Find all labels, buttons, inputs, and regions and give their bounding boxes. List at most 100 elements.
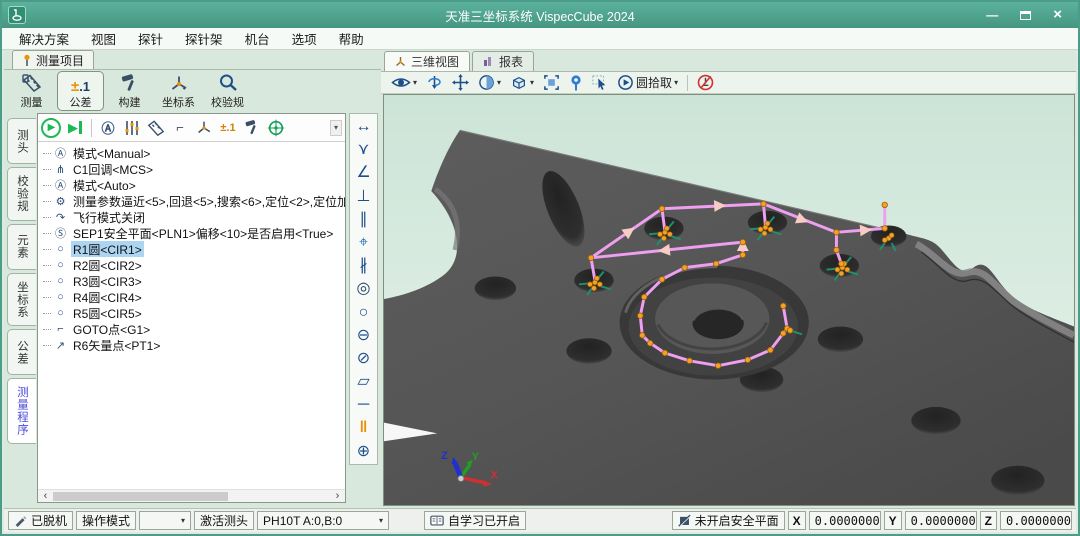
scroll-right-arrow[interactable]: ›: [330, 491, 345, 502]
tree-horizontal-scrollbar[interactable]: ‹ ›: [38, 489, 345, 502]
tree-item[interactable]: ↷ 飞行模式关闭: [38, 209, 345, 225]
close-button[interactable]: ×: [1053, 9, 1062, 21]
scrollbar-thumb[interactable]: [53, 492, 228, 501]
parameters-icon[interactable]: [122, 117, 142, 139]
tree-toolbar: ▶ ▶ Ⓐ ⌐ ±.1: [38, 114, 345, 142]
locate-pin-button[interactable]: [569, 74, 583, 91]
tree-item[interactable]: ○ R5圆<CIR5>: [38, 305, 345, 321]
measure-button[interactable]: 测量: [8, 71, 55, 111]
x-coord-label: X: [788, 511, 806, 530]
gdt-symbol-button[interactable]: ─: [358, 393, 369, 416]
tree-item[interactable]: ○ R1圆<CIR1>: [38, 241, 345, 257]
gdt-symbol-button[interactable]: ↔: [356, 115, 372, 138]
tolerance-button[interactable]: ±.1 公差: [57, 71, 104, 111]
menu-item[interactable]: 探针架: [174, 29, 234, 48]
side-tab[interactable]: 坐标系: [7, 273, 36, 327]
orbit-button[interactable]: [426, 74, 443, 91]
pan-button[interactable]: [452, 74, 469, 91]
side-tab[interactable]: 元素: [7, 224, 36, 270]
menu-item[interactable]: 视图: [80, 29, 127, 48]
gdt-symbol-button[interactable]: ⊘: [357, 347, 370, 370]
tab-measurement-project[interactable]: 测量项目: [12, 50, 94, 69]
gdt-symbol-button[interactable]: ‖: [360, 416, 368, 439]
tree-item[interactable]: ⚙ 测量参数逼近<5>,回退<5>,搜索<6>,定位<2>,定位加<2>,测量: [38, 193, 345, 209]
measure-icon[interactable]: [146, 117, 166, 139]
circle-pick-button[interactable]: 圆拾取 ▾: [617, 74, 678, 91]
self-learning-status[interactable]: 自学习已开启: [424, 511, 526, 530]
toolbar-more-button[interactable]: ▾: [330, 120, 342, 136]
gdt-symbol-button[interactable]: ∠: [356, 161, 370, 184]
tree-item-label: R1圆<CIR1>: [71, 241, 144, 257]
view-panel: 三维视图 报表 ▾: [381, 50, 1076, 508]
shading-button[interactable]: ▾: [478, 74, 501, 91]
gdt-symbol-button[interactable]: ⋎: [358, 138, 370, 161]
step-run-icon[interactable]: ▶: [65, 117, 85, 139]
tree-item[interactable]: Ⓐ 模式<Manual>: [38, 145, 345, 161]
axes-icon: [168, 73, 190, 93]
gdt-symbol-button[interactable]: ⊖: [357, 324, 370, 347]
tree-item[interactable]: Ⓐ 模式<Auto>: [38, 177, 345, 193]
orbit-icon: [426, 74, 443, 91]
gdt-symbol-button[interactable]: ○: [359, 301, 369, 324]
gauge-button[interactable]: 校验规: [204, 71, 251, 111]
menu-item[interactable]: 机台: [234, 29, 281, 48]
view-toolbar: ▾ ▾ ▾: [381, 72, 1076, 94]
gdt-symbol-button[interactable]: ∥: [360, 208, 368, 231]
mode-icon[interactable]: Ⓐ: [98, 117, 118, 139]
z-axis-label: Z: [441, 450, 448, 462]
tab-report[interactable]: 报表: [472, 51, 534, 71]
side-tab-strip: 测头 校验规 元素 坐标系 公差 测量程序: [7, 118, 36, 444]
side-tab[interactable]: 公差: [7, 329, 36, 375]
active-probe-select[interactable]: PH10T A:0,B:0 ▾: [257, 511, 389, 530]
target-icon[interactable]: [266, 117, 286, 139]
gdt-symbol-button[interactable]: ∦: [360, 254, 368, 277]
tolerance-icon[interactable]: ±.1: [218, 117, 238, 139]
gdt-symbol-button[interactable]: ⌖: [359, 231, 368, 254]
operation-mode-label: 操作模式: [76, 511, 136, 530]
menu-item[interactable]: 解决方案: [8, 29, 80, 48]
cube-icon: [510, 74, 528, 92]
probe-pen-icon: [14, 514, 27, 527]
tree-item-label: C1回调<MCS>: [71, 161, 155, 177]
tree-item[interactable]: ○ R2圆<CIR2>: [38, 257, 345, 273]
tree-item[interactable]: ○ R3圆<CIR3>: [38, 273, 345, 289]
tree-item[interactable]: ○ R4圆<CIR4>: [38, 289, 345, 305]
menu-item[interactable]: 帮助: [328, 29, 375, 48]
run-program-icon[interactable]: ▶: [41, 117, 61, 139]
construct-button[interactable]: 构建: [106, 71, 153, 111]
select-arrow-button[interactable]: [592, 75, 608, 91]
side-tab[interactable]: 校验规: [7, 167, 36, 221]
coordinate-system-button[interactable]: 坐标系: [155, 71, 202, 111]
gdt-symbol-button[interactable]: ▱: [357, 370, 369, 393]
program-tree: Ⓐ 模式<Manual> ⋔ C1回调<MCS> Ⓐ 模式<Auto: [38, 142, 345, 489]
minimize-button[interactable]: —: [986, 9, 998, 21]
construct-icon[interactable]: [242, 117, 262, 139]
visibility-button[interactable]: ▾: [391, 75, 417, 90]
menu-item[interactable]: 探针: [127, 29, 174, 48]
zoom-fit-icon: [543, 74, 560, 91]
coordinate-icon[interactable]: [194, 117, 214, 139]
tree-item-label: R2圆<CIR2>: [71, 257, 144, 273]
zoom-fit-button[interactable]: [543, 74, 560, 91]
probe-disabled-button[interactable]: [697, 74, 714, 91]
maximize-button[interactable]: [1020, 11, 1031, 20]
operation-mode-select[interactable]: ▾: [139, 511, 191, 530]
cube-view-button[interactable]: ▾: [510, 74, 534, 92]
tab-3d-view[interactable]: 三维视图: [384, 51, 470, 71]
tree-item[interactable]: ⌐ GOTO点<G1>: [38, 321, 345, 337]
side-tab[interactable]: 测头: [7, 118, 36, 164]
goto-icon[interactable]: ⌐: [170, 117, 190, 139]
side-tab[interactable]: 测量程序: [7, 378, 36, 444]
gdt-symbol-button[interactable]: ◎: [357, 277, 371, 300]
scroll-left-arrow[interactable]: ‹: [38, 491, 53, 502]
tree-item[interactable]: ⋔ C1回调<MCS>: [38, 161, 345, 177]
menu-item[interactable]: 选项: [281, 29, 328, 48]
tree-item-label: R3圆<CIR3>: [71, 273, 144, 289]
tree-item-icon: ○: [53, 243, 68, 255]
gdt-symbol-button[interactable]: ⊕: [357, 440, 370, 463]
tree-item[interactable]: Ⓢ SEP1安全平面<PLN1>偏移<10>是否启用<True>: [38, 225, 345, 241]
gdt-symbol-button[interactable]: ⊥: [357, 185, 371, 208]
tree-item-icon: ○: [53, 291, 68, 303]
tree-item[interactable]: ↗ R6矢量点<PT1>: [38, 337, 345, 353]
viewport-3d[interactable]: X Y Z: [383, 94, 1075, 506]
